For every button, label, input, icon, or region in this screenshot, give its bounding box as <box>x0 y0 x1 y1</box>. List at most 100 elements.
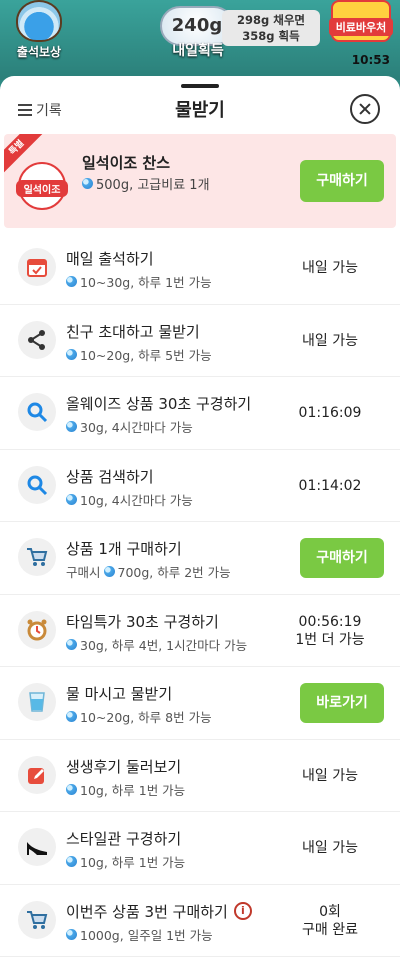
task-title: 올웨이즈 상품 30초 구경하기 <box>66 393 251 414</box>
info-icon[interactable]: i <box>233 902 252 920</box>
twofer-logo-icon: 일석이조 <box>16 162 68 210</box>
logo-text: 일석이조 <box>16 180 68 197</box>
water-drop-icon <box>66 638 77 650</box>
cart-icon <box>18 538 56 576</box>
task-reward-text: 10g, 하루 1번 가능 <box>80 782 186 798</box>
task-row[interactable]: 이번주 상품 3번 구매하기 i 1000g, 일주일 1번 가능 0회 구매 완료 <box>0 885 400 957</box>
task-title: 상품 1개 구매하기 <box>66 538 182 559</box>
task-reward-text: 700g, 하루 2번 가능 <box>117 565 231 580</box>
task-row[interactable]: 타임특가 30초 구경하기 30g, 하루 4번, 1시간마다 가능 00:56:1… <box>0 595 400 667</box>
high-heel-icon <box>18 828 56 866</box>
task-row[interactable]: 매일 출석하기 10~30g, 하루 1번 가능 내일 가능 <box>0 232 400 305</box>
clock: 10:53 <box>351 53 390 67</box>
task-row[interactable]: 상품 1개 구매하기구매시 700g, 하루 2번 가능 구매하기 <box>0 522 400 595</box>
featured-reward: 500g, 고급비료 1개 <box>82 174 210 193</box>
task-status-text: 내일 가능 <box>302 332 358 349</box>
task-row[interactable]: 생생후기 둘러보기 10g, 하루 1번 가능 내일 가능 <box>0 740 400 812</box>
sheet-header: 기록 물받기 <box>0 90 400 134</box>
task-status: 내일 가능 <box>280 232 380 304</box>
task-reward-text: 10g, 하루 1번 가능 <box>80 855 186 870</box>
task-title: 타임특가 30초 구경하기 <box>66 611 219 632</box>
task-status-subtext: 1번 더 가능 <box>295 631 365 648</box>
task-reward-text: 10g, 4시간마다 가능 <box>80 492 193 508</box>
water-sheet: 기록 물받기 특별 일석이조 일석이조 찬스 500g, 고급비료 1개 구매하… <box>0 76 400 957</box>
task-reward: 10g, 4시간마다 가능 <box>66 490 193 509</box>
task-reward-text: 10~20g, 하루 8번 가능 <box>80 710 212 725</box>
fill-note-line2: 358g 획득 <box>242 29 300 43</box>
cart-icon <box>18 900 56 939</box>
water-drop-icon <box>66 421 77 432</box>
task-reward: 1000g, 일주일 1번 가능 <box>66 925 213 944</box>
task-reward: 10g, 하루 1번 가능 <box>66 852 185 871</box>
edit-icon <box>18 755 56 794</box>
water-drop-icon <box>66 928 77 940</box>
fill-note-line1: 298g 채우면 <box>237 13 305 27</box>
task-title-text: 생생후기 둘러보기 <box>66 757 182 776</box>
task-reward: 10g, 하루 1번 가능 <box>66 780 185 799</box>
game-top-bar: 출석보상 240g 내일획득 298g 채우면 358g 획득 비료바우처 10… <box>0 0 400 80</box>
task-reward-text: 10~20g, 하루 5번 가능 <box>80 347 212 363</box>
featured-buy-button[interactable]: 구매하기 <box>300 160 384 202</box>
task-status: 00:56:19 1번 더 가능 <box>280 595 380 667</box>
featured-title: 일석이조 찬스 <box>82 154 171 172</box>
attendance-label: 출석보상 <box>16 45 62 59</box>
task-status: 내일 가능 <box>280 305 380 377</box>
task-title-text: 상품 검색하기 <box>66 467 154 486</box>
task-row[interactable]: 물 마시고 물받기 10~20g, 하루 8번 가능 바로가기 <box>0 667 400 740</box>
task-title-text: 물 마시고 물받기 <box>66 685 173 703</box>
water-jar-icon <box>16 0 62 42</box>
task-row[interactable]: 상품 검색하기 10g, 4시간마다 가능 01:14:02 <box>0 450 400 522</box>
water-glass-icon <box>18 683 56 721</box>
task-reward: 10~20g, 하루 8번 가능 <box>66 707 212 726</box>
task-status: 0회 구매 완료 <box>280 885 380 957</box>
water-drop-icon <box>66 783 77 795</box>
water-drop-icon <box>66 276 77 287</box>
attendance-reward[interactable]: 출석보상 <box>6 0 72 60</box>
search-icon <box>18 465 56 504</box>
water-drop-icon <box>66 348 77 360</box>
task-title-text: 스타일관 구경하기 <box>66 830 182 848</box>
featured-reward-text: 500g, 고급비료 1개 <box>96 178 210 193</box>
task-status-text: 내일 가능 <box>302 840 358 856</box>
featured-offer: 특별 일석이조 일석이조 찬스 500g, 고급비료 1개 구매하기 <box>4 134 396 228</box>
task-reward-prefix: 구매시 <box>66 565 101 580</box>
task-status: 01:14:02 <box>280 450 380 522</box>
task-status-text: 내일 가능 <box>302 260 358 276</box>
drag-handle[interactable] <box>181 84 219 88</box>
task-row[interactable]: 올웨이즈 상품 30초 구경하기 30g, 4시간마다 가능 01:16:09 <box>0 377 400 450</box>
task-title: 친구 초대하고 물받기 <box>66 321 200 342</box>
task-title-text: 타임특가 30초 구경하기 <box>66 612 219 631</box>
water-drop-icon <box>66 493 77 505</box>
task-title: 스타일관 구경하기 <box>66 828 181 849</box>
search-icon <box>18 393 56 431</box>
task-reward: 10~30g, 하루 1번 가능 <box>66 272 212 291</box>
task-reward-text: 30g, 4시간마다 가능 <box>80 420 193 435</box>
task-status-text: 0회 <box>319 903 341 920</box>
page-title: 물받기 <box>175 100 225 121</box>
water-drop-icon <box>66 711 77 722</box>
task-title: 물 마시고 물받기 <box>66 683 172 704</box>
task-status: 내일 가능 <box>280 812 380 884</box>
task-reward: 10~20g, 하루 5번 가능 <box>66 345 212 364</box>
fertilizer-voucher[interactable]: 비료바우처 <box>328 0 394 42</box>
voucher-label: 비료바우처 <box>329 18 393 36</box>
task-action-button[interactable]: 바로가기 <box>300 683 384 723</box>
task-reward-text: 30g, 하루 4번, 1시간마다 가능 <box>80 637 248 653</box>
close-icon[interactable] <box>350 94 380 124</box>
task-reward: 구매시 700g, 하루 2번 가능 <box>66 562 231 581</box>
share-icon <box>18 320 56 359</box>
alarm-clock-icon <box>18 610 56 649</box>
task-reward-text: 1000g, 일주일 1번 가능 <box>80 927 213 943</box>
water-drop-icon <box>66 856 77 867</box>
fill-note: 298g 채우면 358g 획득 <box>222 10 320 46</box>
task-status: 내일 가능 <box>280 740 380 812</box>
task-list: 매일 출석하기 10~30g, 하루 1번 가능 내일 가능 친구 초대하고 물받기 1… <box>0 232 400 957</box>
task-status-text: 내일 가능 <box>302 767 358 784</box>
task-action-button[interactable]: 구매하기 <box>300 538 384 578</box>
task-row[interactable]: 스타일관 구경하기 10g, 하루 1번 가능 내일 가능 <box>0 812 400 885</box>
task-title: 상품 검색하기 <box>66 466 154 487</box>
task-row[interactable]: 친구 초대하고 물받기 10~20g, 하루 5번 가능 내일 가능 <box>0 305 400 377</box>
task-title-text: 친구 초대하고 물받기 <box>66 322 200 341</box>
task-status-subtext: 구매 완료 <box>302 921 358 938</box>
task-reward: 30g, 4시간마다 가능 <box>66 417 193 436</box>
